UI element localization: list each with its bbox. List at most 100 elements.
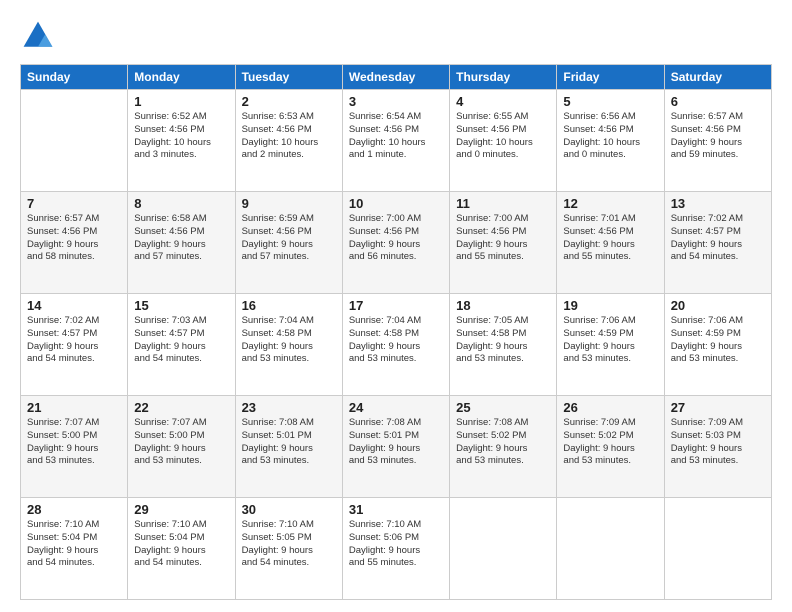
day-info: Sunrise: 7:05 AMSunset: 4:58 PMDaylight:… bbox=[456, 315, 550, 366]
day-number: 11 bbox=[456, 196, 550, 211]
day-number: 24 bbox=[349, 400, 443, 415]
calendar-cell: 17 Sunrise: 7:04 AMSunset: 4:58 PMDayligh… bbox=[342, 294, 449, 396]
day-info: Sunrise: 6:52 AMSunset: 4:56 PMDaylight:… bbox=[134, 111, 228, 162]
calendar-cell bbox=[21, 90, 128, 192]
calendar-cell: 16 Sunrise: 7:04 AMSunset: 4:58 PMDayligh… bbox=[235, 294, 342, 396]
day-number: 31 bbox=[349, 502, 443, 517]
logo bbox=[20, 18, 62, 54]
day-number: 20 bbox=[671, 298, 765, 313]
calendar-cell: 12 Sunrise: 7:01 AMSunset: 4:56 PMDayligh… bbox=[557, 192, 664, 294]
calendar-cell: 10Sunrise: 7:00 AMSunset: 4:56 PMDayligh… bbox=[342, 192, 449, 294]
day-info: Sunrise: 7:01 AMSunset: 4:56 PMDaylight:… bbox=[563, 213, 657, 264]
calendar-cell: 21 Sunrise: 7:07 AMSunset: 5:00 PMDayligh… bbox=[21, 396, 128, 498]
calendar-cell: 29Sunrise: 7:10 AMSunset: 5:04 PMDayligh… bbox=[128, 498, 235, 600]
col-header-wednesday: Wednesday bbox=[342, 65, 449, 90]
day-info: Sunrise: 6:53 AMSunset: 4:56 PMDaylight:… bbox=[242, 111, 336, 162]
day-number: 22 bbox=[134, 400, 228, 415]
day-number: 8 bbox=[134, 196, 228, 211]
calendar-cell: 7Sunrise: 6:57 AMSunset: 4:56 PMDaylight… bbox=[21, 192, 128, 294]
day-info: Sunrise: 7:08 AMSunset: 5:01 PMDaylight:… bbox=[242, 417, 336, 468]
calendar-cell: 3Sunrise: 6:54 AMSunset: 4:56 PMDaylight… bbox=[342, 90, 449, 192]
day-number: 18 bbox=[456, 298, 550, 313]
calendar-header-row: SundayMondayTuesdayWednesdayThursdayFrid… bbox=[21, 65, 772, 90]
day-number: 6 bbox=[671, 94, 765, 109]
calendar-cell bbox=[664, 498, 771, 600]
day-number: 30 bbox=[242, 502, 336, 517]
day-info: Sunrise: 7:08 AMSunset: 5:01 PMDaylight:… bbox=[349, 417, 443, 468]
day-number: 13 bbox=[671, 196, 765, 211]
logo-icon bbox=[20, 18, 56, 54]
day-info: Sunrise: 7:09 AMSunset: 5:02 PMDaylight:… bbox=[563, 417, 657, 468]
day-number: 16 bbox=[242, 298, 336, 313]
day-number: 23 bbox=[242, 400, 336, 415]
day-info: Sunrise: 7:10 AMSunset: 5:04 PMDaylight:… bbox=[27, 519, 121, 570]
day-info: Sunrise: 7:00 AMSunset: 4:56 PMDaylight:… bbox=[456, 213, 550, 264]
day-info: Sunrise: 7:04 AMSunset: 4:58 PMDaylight:… bbox=[349, 315, 443, 366]
calendar-cell: 9Sunrise: 6:59 AMSunset: 4:56 PMDaylight… bbox=[235, 192, 342, 294]
day-number: 5 bbox=[563, 94, 657, 109]
day-number: 14 bbox=[27, 298, 121, 313]
day-number: 7 bbox=[27, 196, 121, 211]
day-info: Sunrise: 7:08 AMSunset: 5:02 PMDaylight:… bbox=[456, 417, 550, 468]
day-info: Sunrise: 7:06 AMSunset: 4:59 PMDaylight:… bbox=[563, 315, 657, 366]
calendar-cell: 8 Sunrise: 6:58 AMSunset: 4:56 PMDaylight… bbox=[128, 192, 235, 294]
day-info: Sunrise: 7:04 AMSunset: 4:58 PMDaylight:… bbox=[242, 315, 336, 366]
day-number: 29 bbox=[134, 502, 228, 517]
day-info: Sunrise: 6:58 AMSunset: 4:56 PMDaylight:… bbox=[134, 213, 228, 264]
calendar-cell: 24 Sunrise: 7:08 AMSunset: 5:01 PMDayligh… bbox=[342, 396, 449, 498]
calendar-cell: 11 Sunrise: 7:00 AMSunset: 4:56 PMDayligh… bbox=[450, 192, 557, 294]
day-info: Sunrise: 6:56 AMSunset: 4:56 PMDaylight:… bbox=[563, 111, 657, 162]
week-row-2: 14 Sunrise: 7:02 AMSunset: 4:57 PMDayligh… bbox=[21, 294, 772, 396]
col-header-sunday: Sunday bbox=[21, 65, 128, 90]
day-number: 21 bbox=[27, 400, 121, 415]
day-info: Sunrise: 7:09 AMSunset: 5:03 PMDaylight:… bbox=[671, 417, 765, 468]
day-info: Sunrise: 7:07 AMSunset: 5:00 PMDaylight:… bbox=[27, 417, 121, 468]
day-number: 25 bbox=[456, 400, 550, 415]
calendar-cell: 28Sunrise: 7:10 AMSunset: 5:04 PMDayligh… bbox=[21, 498, 128, 600]
day-info: Sunrise: 7:06 AMSunset: 4:59 PMDaylight:… bbox=[671, 315, 765, 366]
week-row-4: 28Sunrise: 7:10 AMSunset: 5:04 PMDayligh… bbox=[21, 498, 772, 600]
day-info: Sunrise: 6:57 AMSunset: 4:56 PMDaylight:… bbox=[671, 111, 765, 162]
calendar-table: SundayMondayTuesdayWednesdayThursdayFrid… bbox=[20, 64, 772, 600]
calendar-cell: 5 Sunrise: 6:56 AMSunset: 4:56 PMDaylight… bbox=[557, 90, 664, 192]
day-number: 15 bbox=[134, 298, 228, 313]
calendar-cell: 2 Sunrise: 6:53 AMSunset: 4:56 PMDaylight… bbox=[235, 90, 342, 192]
day-number: 17 bbox=[349, 298, 443, 313]
calendar-cell: 22Sunrise: 7:07 AMSunset: 5:00 PMDayligh… bbox=[128, 396, 235, 498]
calendar-cell bbox=[557, 498, 664, 600]
calendar-cell: 6 Sunrise: 6:57 AMSunset: 4:56 PMDaylight… bbox=[664, 90, 771, 192]
calendar-cell: 4Sunrise: 6:55 AMSunset: 4:56 PMDaylight… bbox=[450, 90, 557, 192]
page: SundayMondayTuesdayWednesdayThursdayFrid… bbox=[0, 0, 792, 612]
calendar-cell: 14 Sunrise: 7:02 AMSunset: 4:57 PMDayligh… bbox=[21, 294, 128, 396]
calendar-cell: 27 Sunrise: 7:09 AMSunset: 5:03 PMDayligh… bbox=[664, 396, 771, 498]
day-info: Sunrise: 7:02 AMSunset: 4:57 PMDaylight:… bbox=[671, 213, 765, 264]
day-number: 19 bbox=[563, 298, 657, 313]
calendar-cell: 18 Sunrise: 7:05 AMSunset: 4:58 PMDayligh… bbox=[450, 294, 557, 396]
day-number: 4 bbox=[456, 94, 550, 109]
day-number: 12 bbox=[563, 196, 657, 211]
day-info: Sunrise: 7:10 AMSunset: 5:06 PMDaylight:… bbox=[349, 519, 443, 570]
col-header-monday: Monday bbox=[128, 65, 235, 90]
col-header-saturday: Saturday bbox=[664, 65, 771, 90]
day-number: 27 bbox=[671, 400, 765, 415]
header bbox=[20, 18, 772, 54]
calendar-cell: 26Sunrise: 7:09 AMSunset: 5:02 PMDayligh… bbox=[557, 396, 664, 498]
col-header-friday: Friday bbox=[557, 65, 664, 90]
day-number: 10 bbox=[349, 196, 443, 211]
day-info: Sunrise: 7:10 AMSunset: 5:05 PMDaylight:… bbox=[242, 519, 336, 570]
calendar-cell: 31 Sunrise: 7:10 AMSunset: 5:06 PMDayligh… bbox=[342, 498, 449, 600]
day-info: Sunrise: 6:54 AMSunset: 4:56 PMDaylight:… bbox=[349, 111, 443, 162]
calendar-cell: 13 Sunrise: 7:02 AMSunset: 4:57 PMDayligh… bbox=[664, 192, 771, 294]
calendar-cell: 19 Sunrise: 7:06 AMSunset: 4:59 PMDayligh… bbox=[557, 294, 664, 396]
calendar-cell: 20 Sunrise: 7:06 AMSunset: 4:59 PMDayligh… bbox=[664, 294, 771, 396]
day-info: Sunrise: 7:02 AMSunset: 4:57 PMDaylight:… bbox=[27, 315, 121, 366]
calendar-cell bbox=[450, 498, 557, 600]
calendar-cell: 23 Sunrise: 7:08 AMSunset: 5:01 PMDayligh… bbox=[235, 396, 342, 498]
week-row-3: 21 Sunrise: 7:07 AMSunset: 5:00 PMDayligh… bbox=[21, 396, 772, 498]
day-number: 1 bbox=[134, 94, 228, 109]
day-number: 2 bbox=[242, 94, 336, 109]
calendar-cell: 15 Sunrise: 7:03 AMSunset: 4:57 PMDayligh… bbox=[128, 294, 235, 396]
day-info: Sunrise: 7:03 AMSunset: 4:57 PMDaylight:… bbox=[134, 315, 228, 366]
calendar-cell: 30 Sunrise: 7:10 AMSunset: 5:05 PMDayligh… bbox=[235, 498, 342, 600]
week-row-1: 7Sunrise: 6:57 AMSunset: 4:56 PMDaylight… bbox=[21, 192, 772, 294]
